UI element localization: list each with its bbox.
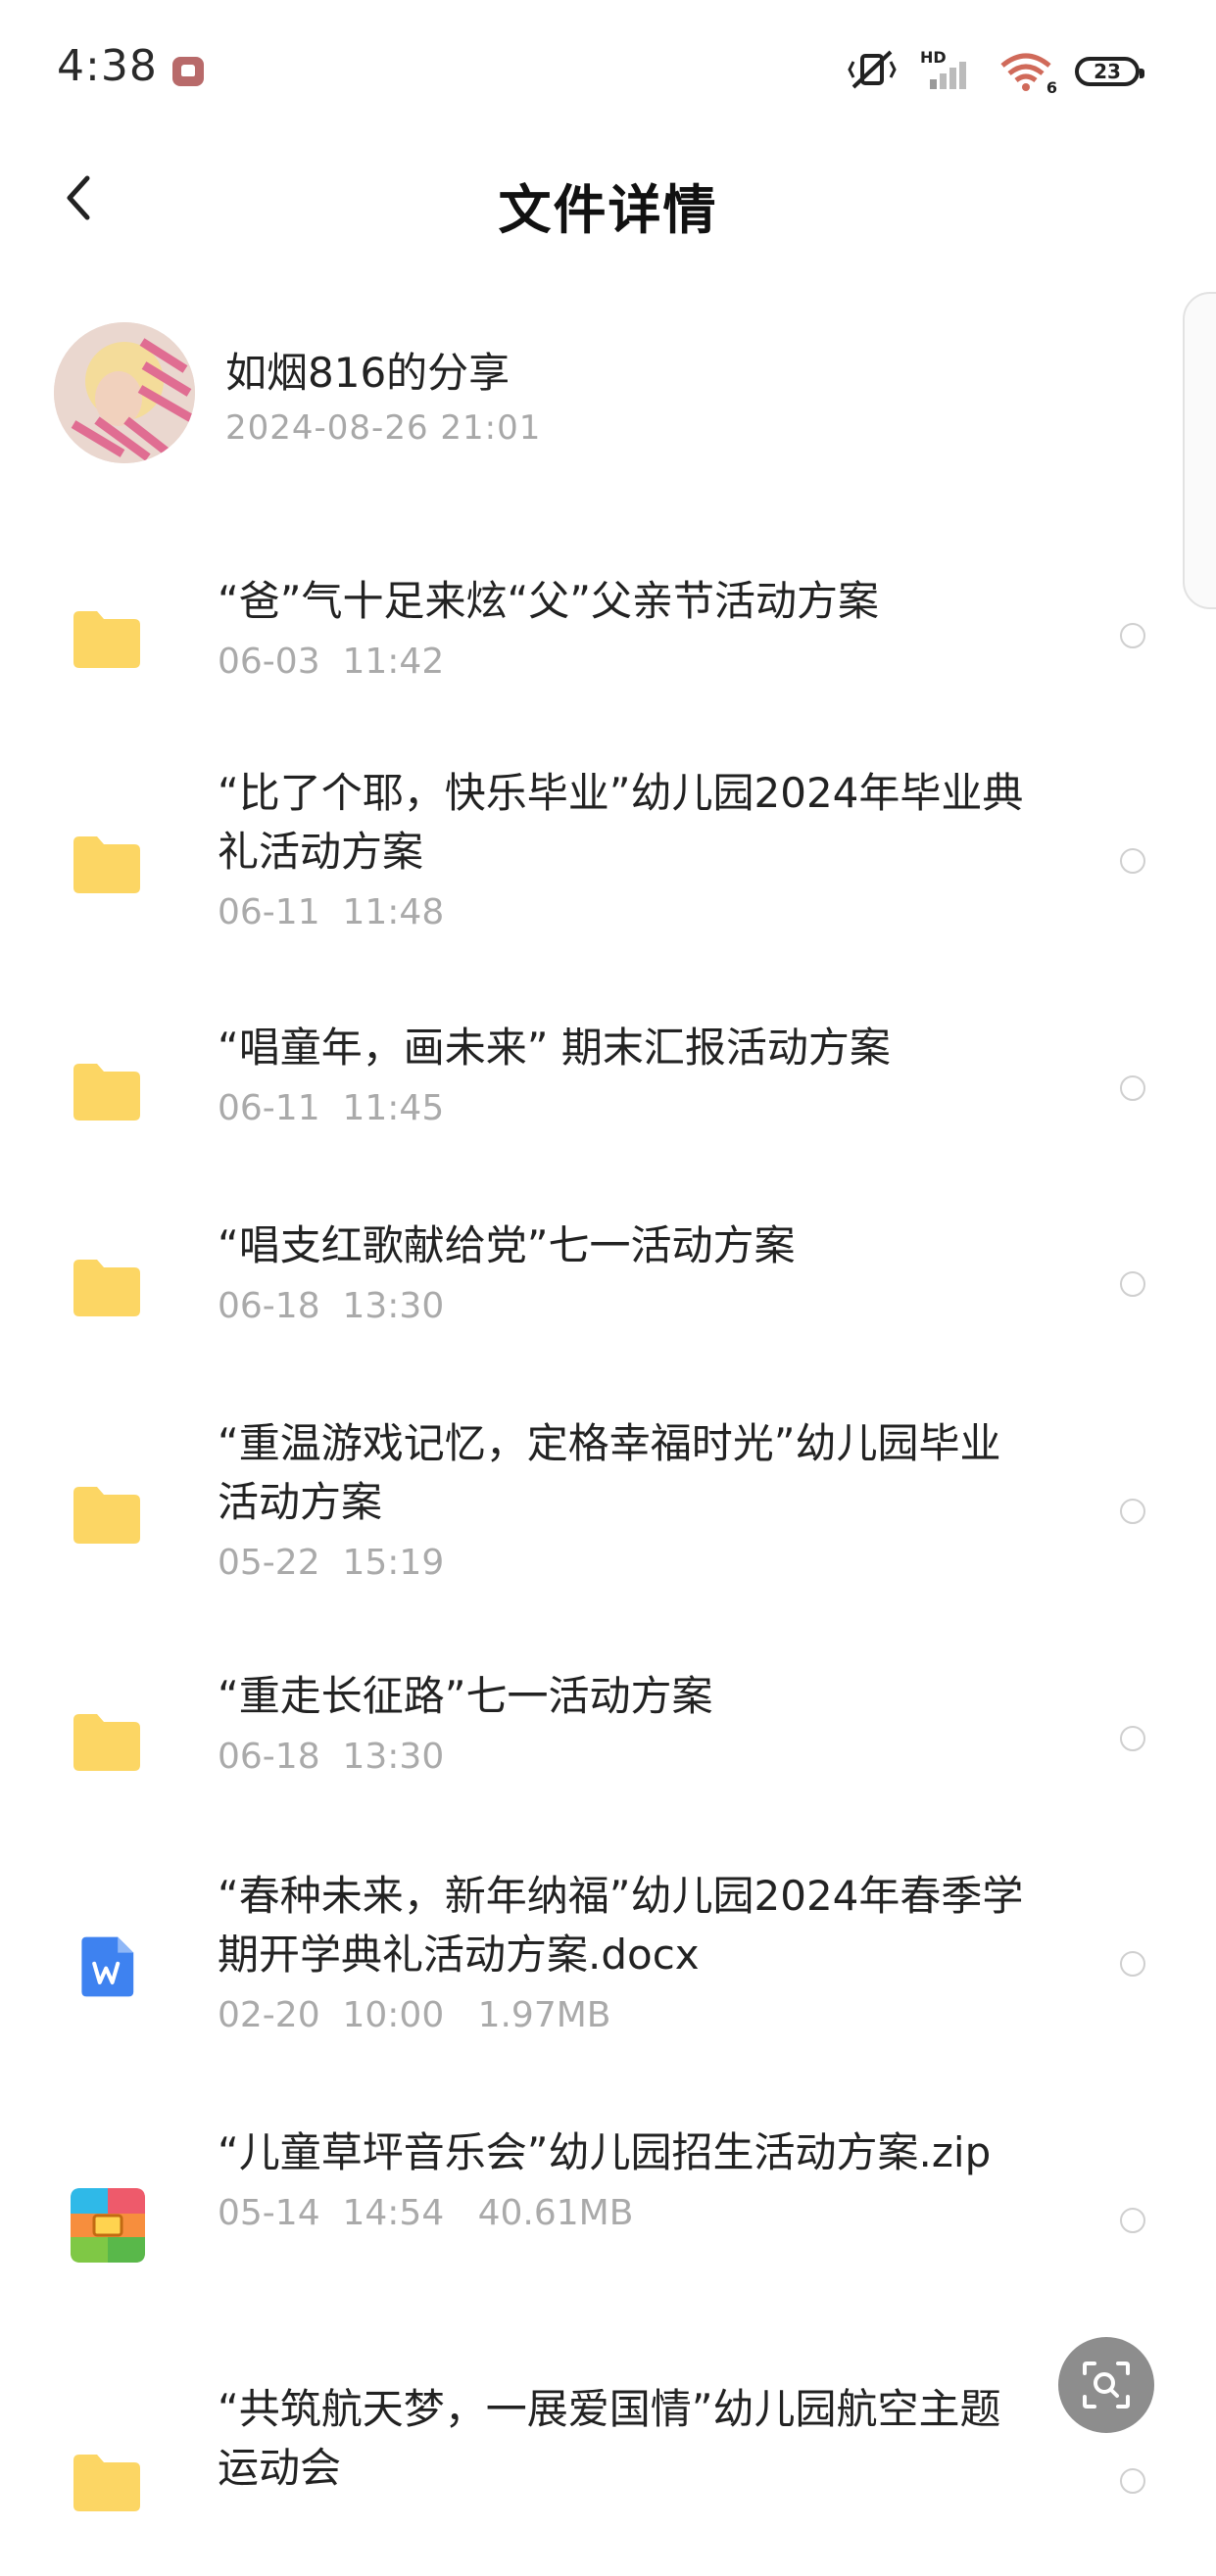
select-radio[interactable] [1120,2468,1145,2494]
file-item[interactable]: “比了个耶，快乐毕业”幼儿园2024年毕业典礼活动方案 06-11 11:48 [0,744,1216,1001]
folder-icon [73,1064,140,1121]
file-meta: 06-18 13:30 [218,1737,445,1777]
file-item[interactable]: “爸”气十足来炫“父”父亲节活动方案 06-03 11:42 [0,549,1216,744]
avatar[interactable] [54,322,195,463]
select-radio[interactable] [1120,623,1145,648]
folder-icon [73,1260,140,1316]
file-item[interactable]: “重温游戏记忆，定格幸福时光”幼儿园毕业活动方案 05-22 15:19 [0,1395,1216,1651]
app-header: 文件详情 [0,147,1216,255]
file-name: “春种未来，新年纳福”幼儿园2024年春季学期开学典礼活动方案.docx [218,1872,1024,1979]
sharer-info: 如烟816的分享 2024-08-26 21:01 [54,318,936,465]
sharer-name: 如烟816的分享 [225,349,511,397]
folder-icon [73,1714,140,1771]
select-radio[interactable] [1120,2208,1145,2233]
battery-level: 23 [1094,60,1121,83]
folder-icon [73,836,140,893]
file-name: “比了个耶，快乐毕业”幼儿园2024年毕业典礼活动方案 [218,769,1024,876]
share-time: 2024-08-26 21:01 [225,408,542,448]
select-radio[interactable] [1120,1726,1145,1751]
select-radio[interactable] [1120,1951,1145,1977]
wifi-6-label: 6 [1046,78,1057,97]
file-name: “重走长征路”七一活动方案 [218,1672,713,1720]
select-radio[interactable] [1120,1499,1145,1524]
file-meta: 06-03 11:42 [218,642,445,682]
file-name: “唱童年，画未来” 期末汇报活动方案 [218,1024,891,1072]
file-meta: 05-22 15:19 [218,1543,445,1583]
file-name: “唱支红歌献给党”七一活动方案 [218,1221,796,1269]
file-meta: 02-20 10:00 1.97MB [218,1995,611,2035]
select-radio[interactable] [1120,848,1145,874]
folder-icon [73,2455,140,2511]
scan-search-icon [1083,2361,1130,2409]
wifi-icon: 6 [998,50,1057,97]
file-meta: 05-14 14:54 40.61MB [218,2193,634,2233]
file-item[interactable]: “唱支红歌献给党”七一活动方案 06-18 13:30 [0,1197,1216,1395]
file-item[interactable]: “共筑航天梦，一展爱国情”幼儿园航空主题运动会 [0,2361,1216,2576]
file-item[interactable]: “重走长征路”七一活动方案 06-18 13:30 [0,1651,1216,1847]
zip-archive-icon [71,2188,145,2263]
select-radio[interactable] [1120,1075,1145,1101]
vibrate-off-icon [846,48,899,95]
file-meta: 06-11 11:48 [218,892,445,932]
page-title: 文件详情 [498,179,718,241]
scan-search-button[interactable] [1058,2337,1154,2433]
file-meta: 06-18 13:30 [218,1286,445,1326]
file-item[interactable]: “唱童年，画未来” 期末汇报活动方案 06-11 11:45 [0,1001,1216,1197]
word-doc-icon [81,1936,134,1997]
status-icons: HD 6 23 [846,47,1144,97]
file-name: “共筑航天梦，一展爱国情”幼儿园航空主题运动会 [218,2385,1001,2492]
battery-icon: 23 [1075,57,1144,86]
select-radio[interactable] [1120,1271,1145,1297]
status-time: 4:38 [57,41,158,91]
status-bar: 4:38 HD 6 23 [0,0,1216,147]
cellular-signal-icon: HD [920,48,977,91]
file-item[interactable]: “春种未来，新年纳福”幼儿园2024年春季学期开学典礼活动方案.docx 02-… [0,1847,1216,2104]
file-name: “重温游戏记忆，定格幸福时光”幼儿园毕业活动方案 [218,1419,1001,1526]
file-name: “儿童草坪音乐会”幼儿园招生活动方案.zip [218,2128,992,2176]
folder-icon [73,611,140,668]
file-meta: 06-11 11:45 [218,1088,445,1128]
folder-icon [73,1487,140,1544]
file-list: “爸”气十足来炫“父”父亲节活动方案 06-03 11:42 “比了个耶，快乐毕… [0,549,1216,2576]
file-name: “爸”气十足来炫“父”父亲节活动方案 [218,577,880,625]
notification-app-icon [172,57,204,86]
file-item[interactable]: “儿童草坪音乐会”幼儿园招生活动方案.zip 05-14 14:54 40.61… [0,2104,1216,2361]
